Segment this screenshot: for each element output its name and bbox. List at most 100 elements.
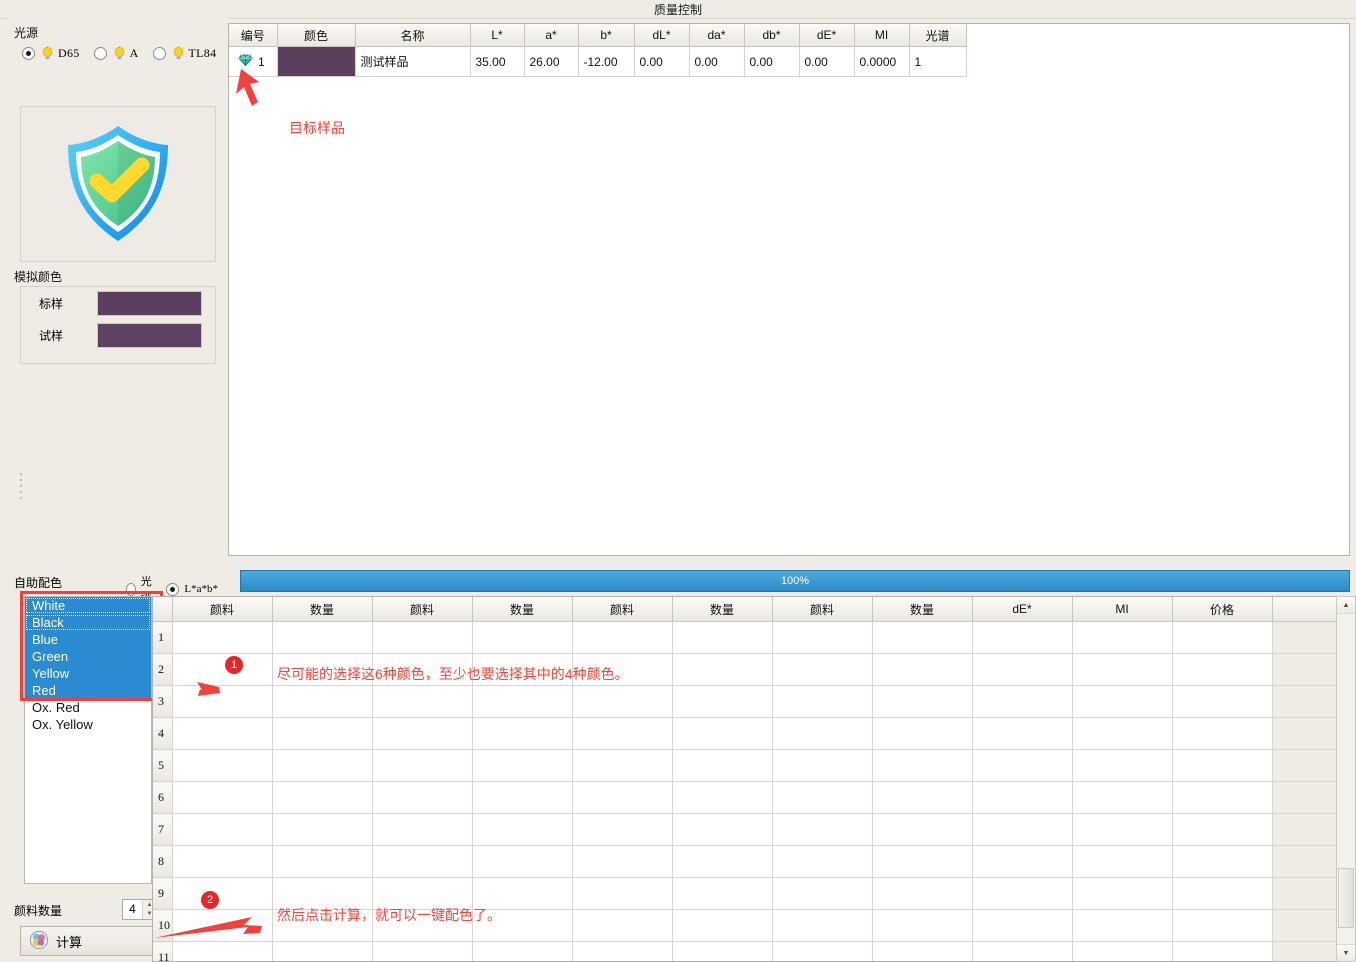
table-cell[interactable] <box>672 718 772 750</box>
table-cell[interactable] <box>672 686 772 718</box>
table-cell[interactable] <box>372 846 472 878</box>
table-cell[interactable] <box>172 654 272 686</box>
table-cell[interactable] <box>472 750 572 782</box>
table-cell[interactable] <box>972 782 1072 814</box>
table-cell[interactable] <box>572 942 672 962</box>
table-cell[interactable] <box>172 814 272 846</box>
list-item[interactable]: Ox. Red <box>25 699 151 716</box>
cell-a[interactable]: 26.00 <box>524 47 578 77</box>
table-row[interactable]: 1 测试样品 35.00 26.00 -12.00 0.00 0.00 0.00… <box>229 47 966 77</box>
quality-control-table[interactable]: 编号 颜色 名称 L* a* b* dL* da* db* dE* MI 光谱 <box>228 23 1350 556</box>
radio-spectrum-indicator[interactable] <box>126 583 136 596</box>
table-cell[interactable] <box>672 846 772 878</box>
col-header-qty-4[interactable]: 数量 <box>872 597 972 622</box>
table-cell[interactable] <box>372 622 472 654</box>
table-cell[interactable] <box>872 718 972 750</box>
table-cell[interactable] <box>672 878 772 910</box>
col-header-l[interactable]: L* <box>470 24 524 47</box>
table-cell[interactable] <box>172 942 272 962</box>
table-cell[interactable] <box>672 654 772 686</box>
table-cell[interactable] <box>872 686 972 718</box>
table-cell[interactable] <box>772 942 872 962</box>
pigment-count-value[interactable]: 4 <box>123 900 142 919</box>
table-cell[interactable] <box>372 686 472 718</box>
table-cell[interactable] <box>872 910 972 942</box>
row-number[interactable]: 8 <box>153 846 172 878</box>
table-cell[interactable] <box>772 622 872 654</box>
table-cell[interactable] <box>1172 622 1272 654</box>
row-number[interactable]: 7 <box>153 814 172 846</box>
formula-table-scrollbar[interactable]: ▲ ▼ <box>1336 596 1356 962</box>
table-cell[interactable] <box>972 814 1072 846</box>
table-cell[interactable] <box>572 750 672 782</box>
cell-da[interactable]: 0.00 <box>689 47 744 77</box>
table-cell[interactable] <box>272 782 372 814</box>
table-cell[interactable] <box>972 878 1072 910</box>
table-cell[interactable] <box>972 622 1072 654</box>
col-header-price[interactable]: 价格 <box>1172 597 1272 622</box>
table-cell[interactable] <box>172 878 272 910</box>
row-number[interactable]: 1 <box>153 622 172 654</box>
table-cell[interactable] <box>372 942 472 962</box>
table-cell[interactable] <box>572 686 672 718</box>
list-item[interactable]: Green <box>25 648 151 665</box>
table-cell[interactable] <box>572 782 672 814</box>
table-cell[interactable] <box>372 782 472 814</box>
table-cell[interactable] <box>1072 686 1172 718</box>
table-row[interactable]: 8 <box>153 846 1340 878</box>
table-cell[interactable] <box>272 622 372 654</box>
col-header-b[interactable]: b* <box>578 24 634 47</box>
col-header-spectrum[interactable]: 光谱 <box>909 24 966 47</box>
col-header-dl[interactable]: dL* <box>634 24 689 47</box>
cell-name[interactable]: 测试样品 <box>355 47 470 77</box>
table-cell[interactable] <box>172 718 272 750</box>
list-item[interactable]: White <box>25 597 151 614</box>
table-cell[interactable] <box>1172 942 1272 962</box>
table-row[interactable]: 3 <box>153 686 1340 718</box>
cell-index[interactable]: 1 <box>229 47 277 77</box>
list-item[interactable]: Ox. Yellow <box>25 716 151 733</box>
table-cell[interactable] <box>272 718 372 750</box>
radio-lab-indicator[interactable] <box>166 583 179 596</box>
table-cell[interactable] <box>772 750 872 782</box>
table-cell[interactable] <box>1172 910 1272 942</box>
table-cell[interactable] <box>972 750 1072 782</box>
cell-mi[interactable]: 0.0000 <box>854 47 909 77</box>
col-header-de[interactable]: dE* <box>799 24 854 47</box>
table-cell[interactable] <box>1072 622 1172 654</box>
table-cell[interactable] <box>1172 782 1272 814</box>
table-cell[interactable] <box>172 782 272 814</box>
table-cell[interactable] <box>472 782 572 814</box>
col-header-pigment-4[interactable]: 颜料 <box>772 597 872 622</box>
table-cell[interactable] <box>1172 878 1272 910</box>
table-cell[interactable] <box>172 686 272 718</box>
table-cell[interactable] <box>872 942 972 962</box>
row-number[interactable]: 10 <box>153 910 172 942</box>
table-cell[interactable] <box>672 942 772 962</box>
table-cell[interactable] <box>172 846 272 878</box>
col-header-a[interactable]: a* <box>524 24 578 47</box>
radio-lab[interactable]: L*a*b* <box>166 583 218 596</box>
table-cell[interactable] <box>972 686 1072 718</box>
table-cell[interactable] <box>872 846 972 878</box>
list-item[interactable]: Yellow <box>25 665 151 682</box>
scroll-up-icon[interactable]: ▲ <box>1337 597 1355 614</box>
radio-a[interactable]: A <box>94 46 139 61</box>
col-header-qty-1[interactable]: 数量 <box>272 597 372 622</box>
scrollbar-thumb[interactable] <box>1338 868 1354 928</box>
table-cell[interactable] <box>1072 942 1172 962</box>
col-header-index[interactable]: 编号 <box>229 24 277 47</box>
table-cell[interactable] <box>972 846 1072 878</box>
col-header-mi[interactable]: MI <box>1072 597 1172 622</box>
table-row[interactable]: 7 <box>153 814 1340 846</box>
table-row[interactable]: 6 <box>153 782 1340 814</box>
table-cell[interactable] <box>872 814 972 846</box>
cell-color[interactable] <box>277 47 355 77</box>
table-cell[interactable] <box>1072 814 1172 846</box>
table-cell[interactable] <box>372 718 472 750</box>
table-cell[interactable] <box>172 910 272 942</box>
table-cell[interactable] <box>472 686 572 718</box>
table-cell[interactable] <box>1172 846 1272 878</box>
table-cell[interactable] <box>172 750 272 782</box>
table-row[interactable]: 11 <box>153 942 1340 962</box>
